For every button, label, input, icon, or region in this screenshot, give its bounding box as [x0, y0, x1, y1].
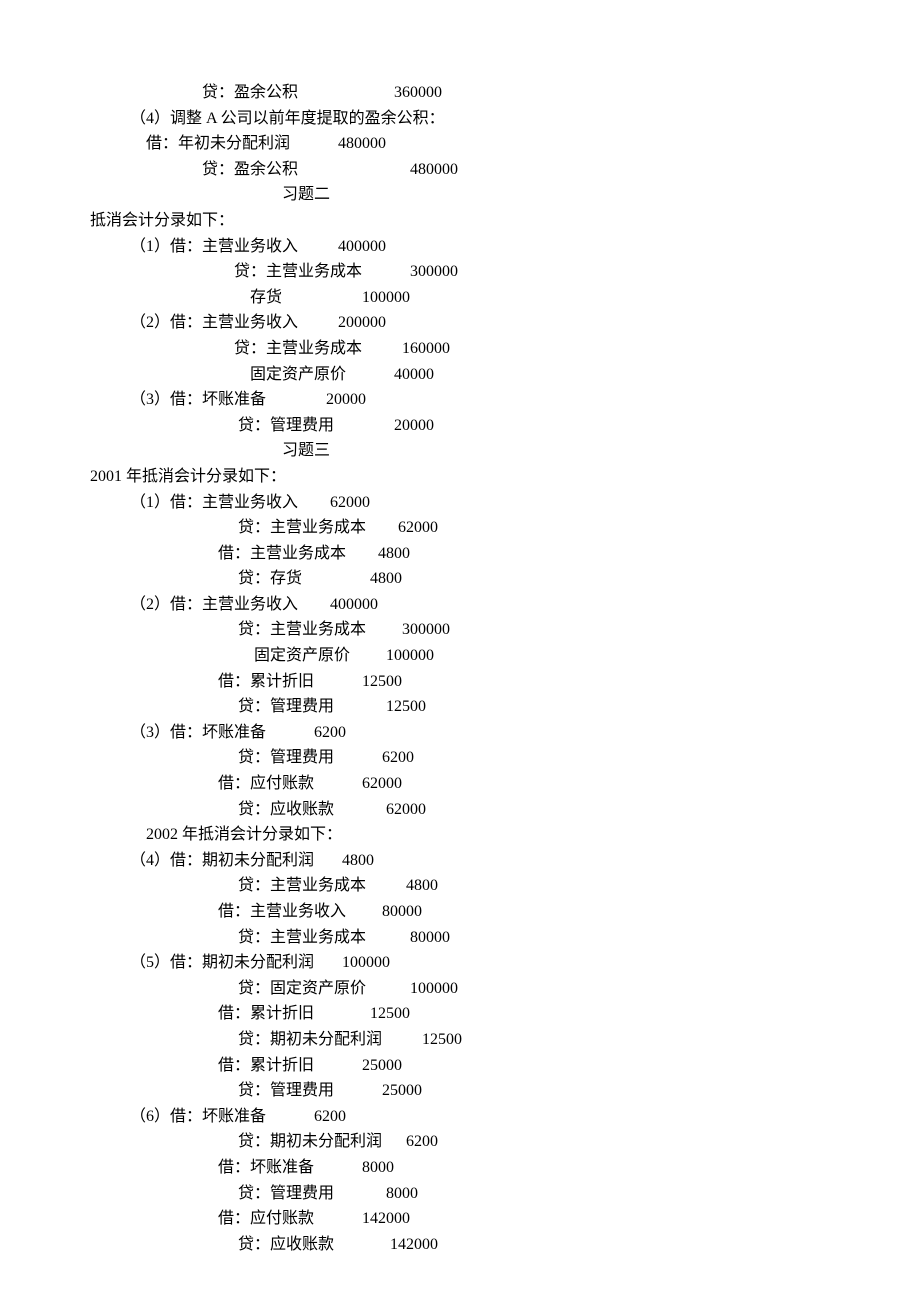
entry-line: 借：年初未分配利润 480000	[90, 131, 830, 157]
entry-line: 借：主营业务收入 80000	[90, 899, 830, 925]
entry-line: （6）借：坏账准备 6200	[90, 1104, 830, 1130]
entry-line: 贷：管理费用 6200	[90, 745, 830, 771]
entry-line: 借：坏账准备 8000	[90, 1155, 830, 1181]
entry-line: （2）借：主营业务收入 200000	[90, 310, 830, 336]
entry-line: 借：应付账款 62000	[90, 771, 830, 797]
section-heading: 习题三	[90, 438, 830, 464]
entry-line: 贷：期初未分配利润 6200	[90, 1129, 830, 1155]
entry-line: 贷：主营业务成本 4800	[90, 873, 830, 899]
entry-line: 贷：固定资产原价 100000	[90, 976, 830, 1002]
entry-line: 借：累计折旧 12500	[90, 1001, 830, 1027]
entry-line: （1）借：主营业务收入 62000	[90, 490, 830, 516]
entry-line: 贷：主营业务成本 300000	[90, 617, 830, 643]
section-text: 2001 年抵消会计分录如下：	[90, 464, 830, 490]
entry-line: 贷：应收账款 62000	[90, 797, 830, 823]
entry-line: 贷：期初未分配利润 12500	[90, 1027, 830, 1053]
entry-line: （4）借：期初未分配利润 4800	[90, 848, 830, 874]
entry-line: （3）借：坏账准备 6200	[90, 720, 830, 746]
entry-line: 贷：应收账款 142000	[90, 1232, 830, 1258]
entry-line: 固定资产原价 100000	[90, 643, 830, 669]
entry-line: 贷：主营业务成本 300000	[90, 259, 830, 285]
entry-line: 借：累计折旧 25000	[90, 1053, 830, 1079]
entry-line: 贷：管理费用 25000	[90, 1078, 830, 1104]
entry-line: （1）借：主营业务收入 400000	[90, 234, 830, 260]
entry-line: 贷：管理费用 20000	[90, 413, 830, 439]
entry-line: 贷：主营业务成本 160000	[90, 336, 830, 362]
entry-line: 借：累计折旧 12500	[90, 669, 830, 695]
entry-line: 贷：管理费用 12500	[90, 694, 830, 720]
entry-line: 贷：盈余公积 360000	[90, 80, 830, 106]
entry-line: （2）借：主营业务收入 400000	[90, 592, 830, 618]
section-text: 2002 年抵消会计分录如下：	[90, 822, 830, 848]
entry-line: 贷：主营业务成本 80000	[90, 925, 830, 951]
section-text: 抵消会计分录如下：	[90, 208, 830, 234]
entry-line: 贷：主营业务成本 62000	[90, 515, 830, 541]
entry-line: 贷：管理费用 8000	[90, 1181, 830, 1207]
entry-line: 贷：存货 4800	[90, 566, 830, 592]
entry-line: （3）借：坏账准备 20000	[90, 387, 830, 413]
entry-line: 贷：盈余公积 480000	[90, 157, 830, 183]
entry-line: 固定资产原价 40000	[90, 362, 830, 388]
section-heading: 习题二	[90, 182, 830, 208]
entry-line: （5）借：期初未分配利润 100000	[90, 950, 830, 976]
entry-line: 存货 100000	[90, 285, 830, 311]
entry-line: 借：应付账款 142000	[90, 1206, 830, 1232]
entry-line: （4）调整 A 公司以前年度提取的盈余公积：	[90, 106, 830, 132]
entry-line: 借：主营业务成本 4800	[90, 541, 830, 567]
